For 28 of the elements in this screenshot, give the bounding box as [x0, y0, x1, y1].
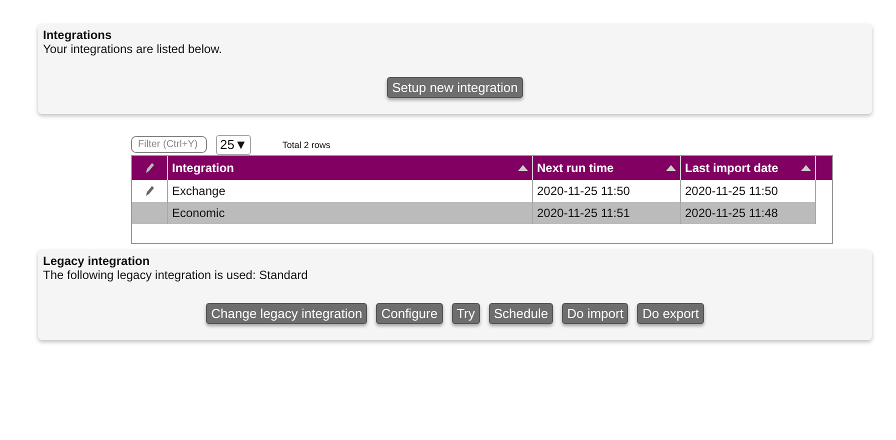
action-button[interactable]: Do export	[637, 303, 704, 324]
table-cell: Economic	[172, 206, 225, 220]
table-cell: 2020-11-25 11:51	[537, 206, 630, 220]
action-button[interactable]: Do import	[562, 303, 628, 324]
setup-button[interactable]: Setup new integration	[387, 77, 523, 98]
table-cell: 2020-11-25 11:48	[685, 206, 778, 220]
filter-field[interactable]: Filter (Ctrl+Y)	[131, 136, 207, 153]
action-button[interactable]: Configure	[376, 303, 443, 324]
column-header[interactable]: Integration	[172, 161, 234, 175]
sort-arrow-icon[interactable]	[518, 165, 528, 171]
pencil-icon[interactable]	[146, 163, 154, 173]
action-button[interactable]: Schedule	[488, 303, 554, 324]
total-rows-label: Total 2 rows	[282, 140, 330, 150]
panel-description: The following legacy integration is used: Standard	[43, 268, 309, 282]
column-header[interactable]: Last import date	[685, 161, 778, 175]
table-cell: 2020-11-25 11:50	[537, 184, 630, 198]
table-cell: Exchange	[172, 184, 226, 198]
action-button[interactable]: Change legacy integration	[206, 303, 368, 324]
table-row[interactable]: Economic 2020-11-25 11:51 2020-11-25 11:48	[132, 202, 816, 224]
sort-arrow-icon[interactable]	[801, 165, 811, 171]
panel-description: Your integrations are listed below.	[43, 42, 224, 56]
panel-title: Integrations	[43, 28, 113, 42]
pencil-icon[interactable]	[146, 186, 154, 196]
panel-title: Legacy integration	[43, 254, 151, 268]
sort-arrow-icon[interactable]	[666, 165, 676, 171]
column-header[interactable]: Next run time	[537, 161, 614, 175]
table-cell: 2020-11-25 11:50	[685, 184, 778, 198]
action-button[interactable]: Try	[452, 303, 480, 324]
